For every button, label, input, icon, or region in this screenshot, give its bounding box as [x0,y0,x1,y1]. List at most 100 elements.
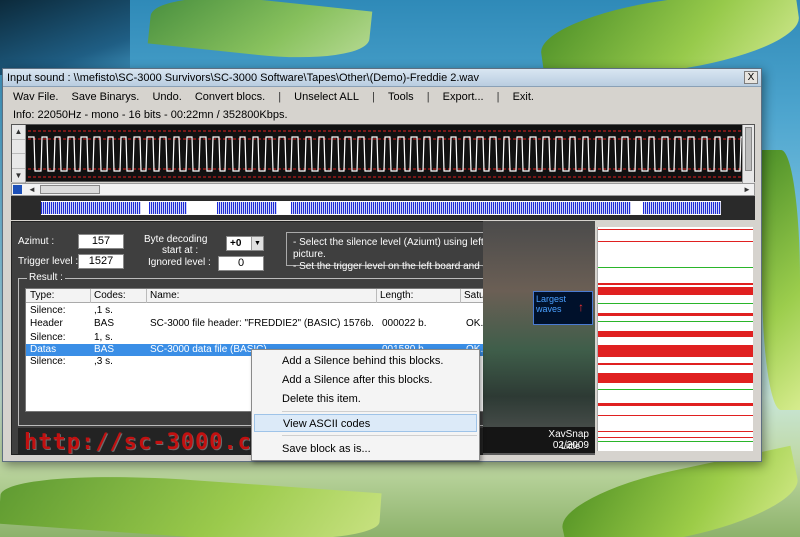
overview-tick [153,202,155,214]
overview-tick [481,202,483,214]
overview-tick [539,202,541,214]
overview-tick [251,202,253,214]
menu-item-add-silence-behind[interactable]: Add a Silence behind this blocks. [254,352,477,370]
overview-tick [581,202,583,214]
column-header-codes[interactable]: Codes: [94,290,126,301]
overview-tick [695,202,697,214]
overview-tick [421,202,423,214]
scrollbar-thumb[interactable] [40,185,100,194]
overview-tick [647,202,649,214]
overview-tick [461,202,463,214]
overview-tick [257,202,259,214]
scroll-track[interactable] [12,140,25,154]
menu-item-unselect-all[interactable]: Unselect ALL [294,91,359,103]
waveform-canvas[interactable] [28,125,742,183]
menu-item-save-block[interactable]: Save block as is... [254,440,477,458]
overview-tick [241,202,243,214]
scrollbar-thumb[interactable] [745,127,752,171]
menu-item-export[interactable]: Export... [443,91,484,103]
menu-item-view-ascii-codes[interactable]: View ASCII codes [254,414,477,432]
overview-tick [541,202,543,214]
overview-tick [533,202,535,214]
overview-tick [685,202,687,214]
overview-tick [273,202,275,214]
overview-tick [503,202,505,214]
overview-tick [301,202,303,214]
horizontal-scrollbar[interactable]: ◄ ► [11,183,755,196]
overview-tick [67,202,69,214]
overview-tick [629,202,631,214]
chevron-down-icon[interactable]: ▼ [251,237,263,250]
palm-leaf-decoration [0,466,382,537]
level-bar [598,321,753,322]
level-bar [598,241,753,242]
overview-tick [77,202,79,214]
table-row[interactable]: Header BAS SC-3000 file header: "FREDDIE… [26,317,518,331]
overview-tick [547,202,549,214]
vertical-scrollbar[interactable] [742,125,754,183]
overview-tick [545,202,547,214]
byte-decoding-select[interactable]: +0 ▼ [226,236,264,251]
table-row[interactable]: Silence: 1, s. [26,332,518,344]
overview-tick [699,202,701,214]
column-header-length[interactable]: Length: [380,290,413,301]
menu-item-tools[interactable]: Tools [388,91,414,103]
overview-tick [417,202,419,214]
column-header-name[interactable]: Name: [150,290,179,301]
overview-tick [89,202,91,214]
overview-tick [671,202,673,214]
scroll-up-icon[interactable]: ▲ [12,125,25,140]
overview-tick [527,202,529,214]
scroll-right-icon[interactable]: ► [741,184,753,195]
overview-tick [475,202,477,214]
scroll-left-icon[interactable]: ◄ [26,184,38,195]
close-button[interactable]: X [744,71,758,84]
level-bars-panel[interactable] [597,227,753,451]
overview-tick [455,202,457,214]
overview-tick [165,202,167,214]
overview-tick [121,202,123,214]
azimut-input[interactable]: 157 [78,234,124,249]
scroll-down-icon[interactable]: ▼ [12,169,25,183]
overview-tick [265,202,267,214]
overview-tick [463,202,465,214]
overview-tick [453,202,455,214]
overview-tick [225,202,227,214]
overview-tick [227,202,229,214]
overview-tick [233,202,235,214]
overview-tick [329,202,331,214]
overview-tick [129,202,131,214]
overview-tick [221,202,223,214]
menu-item-exit[interactable]: Exit. [513,91,534,103]
overview-tick [703,202,705,214]
overview-tick [555,202,557,214]
overview-tick [327,202,329,214]
overview-tick [347,202,349,214]
trigger-level-input[interactable]: 1527 [78,254,124,269]
menu-item-add-silence-after[interactable]: Add a Silence after this blocks. [254,371,477,389]
menu-item-undo[interactable]: Undo. [152,91,181,103]
overview-tick [325,202,327,214]
overview-tick [435,202,437,214]
menu-item-delete-item[interactable]: Delete this item. [254,390,477,408]
overview-tick [673,202,675,214]
overview-tick [125,202,127,214]
scroll-track[interactable] [12,154,25,169]
waveform-overview[interactable] [41,201,721,215]
overview-tick [63,202,65,214]
overview-tick [57,202,59,214]
table-row[interactable]: Silence: ,1 s. [26,305,518,317]
waveform-view[interactable]: ▲ ▼ [11,124,755,183]
overview-tick [419,202,421,214]
title-bar[interactable]: Input sound : \\mefisto\SC-3000 Survivor… [3,69,761,87]
column-header-type[interactable]: Type: [30,290,54,301]
menu-item-save-binarys[interactable]: Save Binarys. [72,91,140,103]
ignored-level-input[interactable]: 0 [218,256,264,271]
overview-tick [247,202,249,214]
menu-item-convert-blocs[interactable]: Convert blocs. [195,91,265,103]
overview-tick [47,202,49,214]
zoom-scrollbar[interactable]: ▲ ▼ [12,125,26,183]
overview-tick [407,202,409,214]
menu-item-wav-file[interactable]: Wav File. [13,91,58,103]
overview-tick [687,202,689,214]
